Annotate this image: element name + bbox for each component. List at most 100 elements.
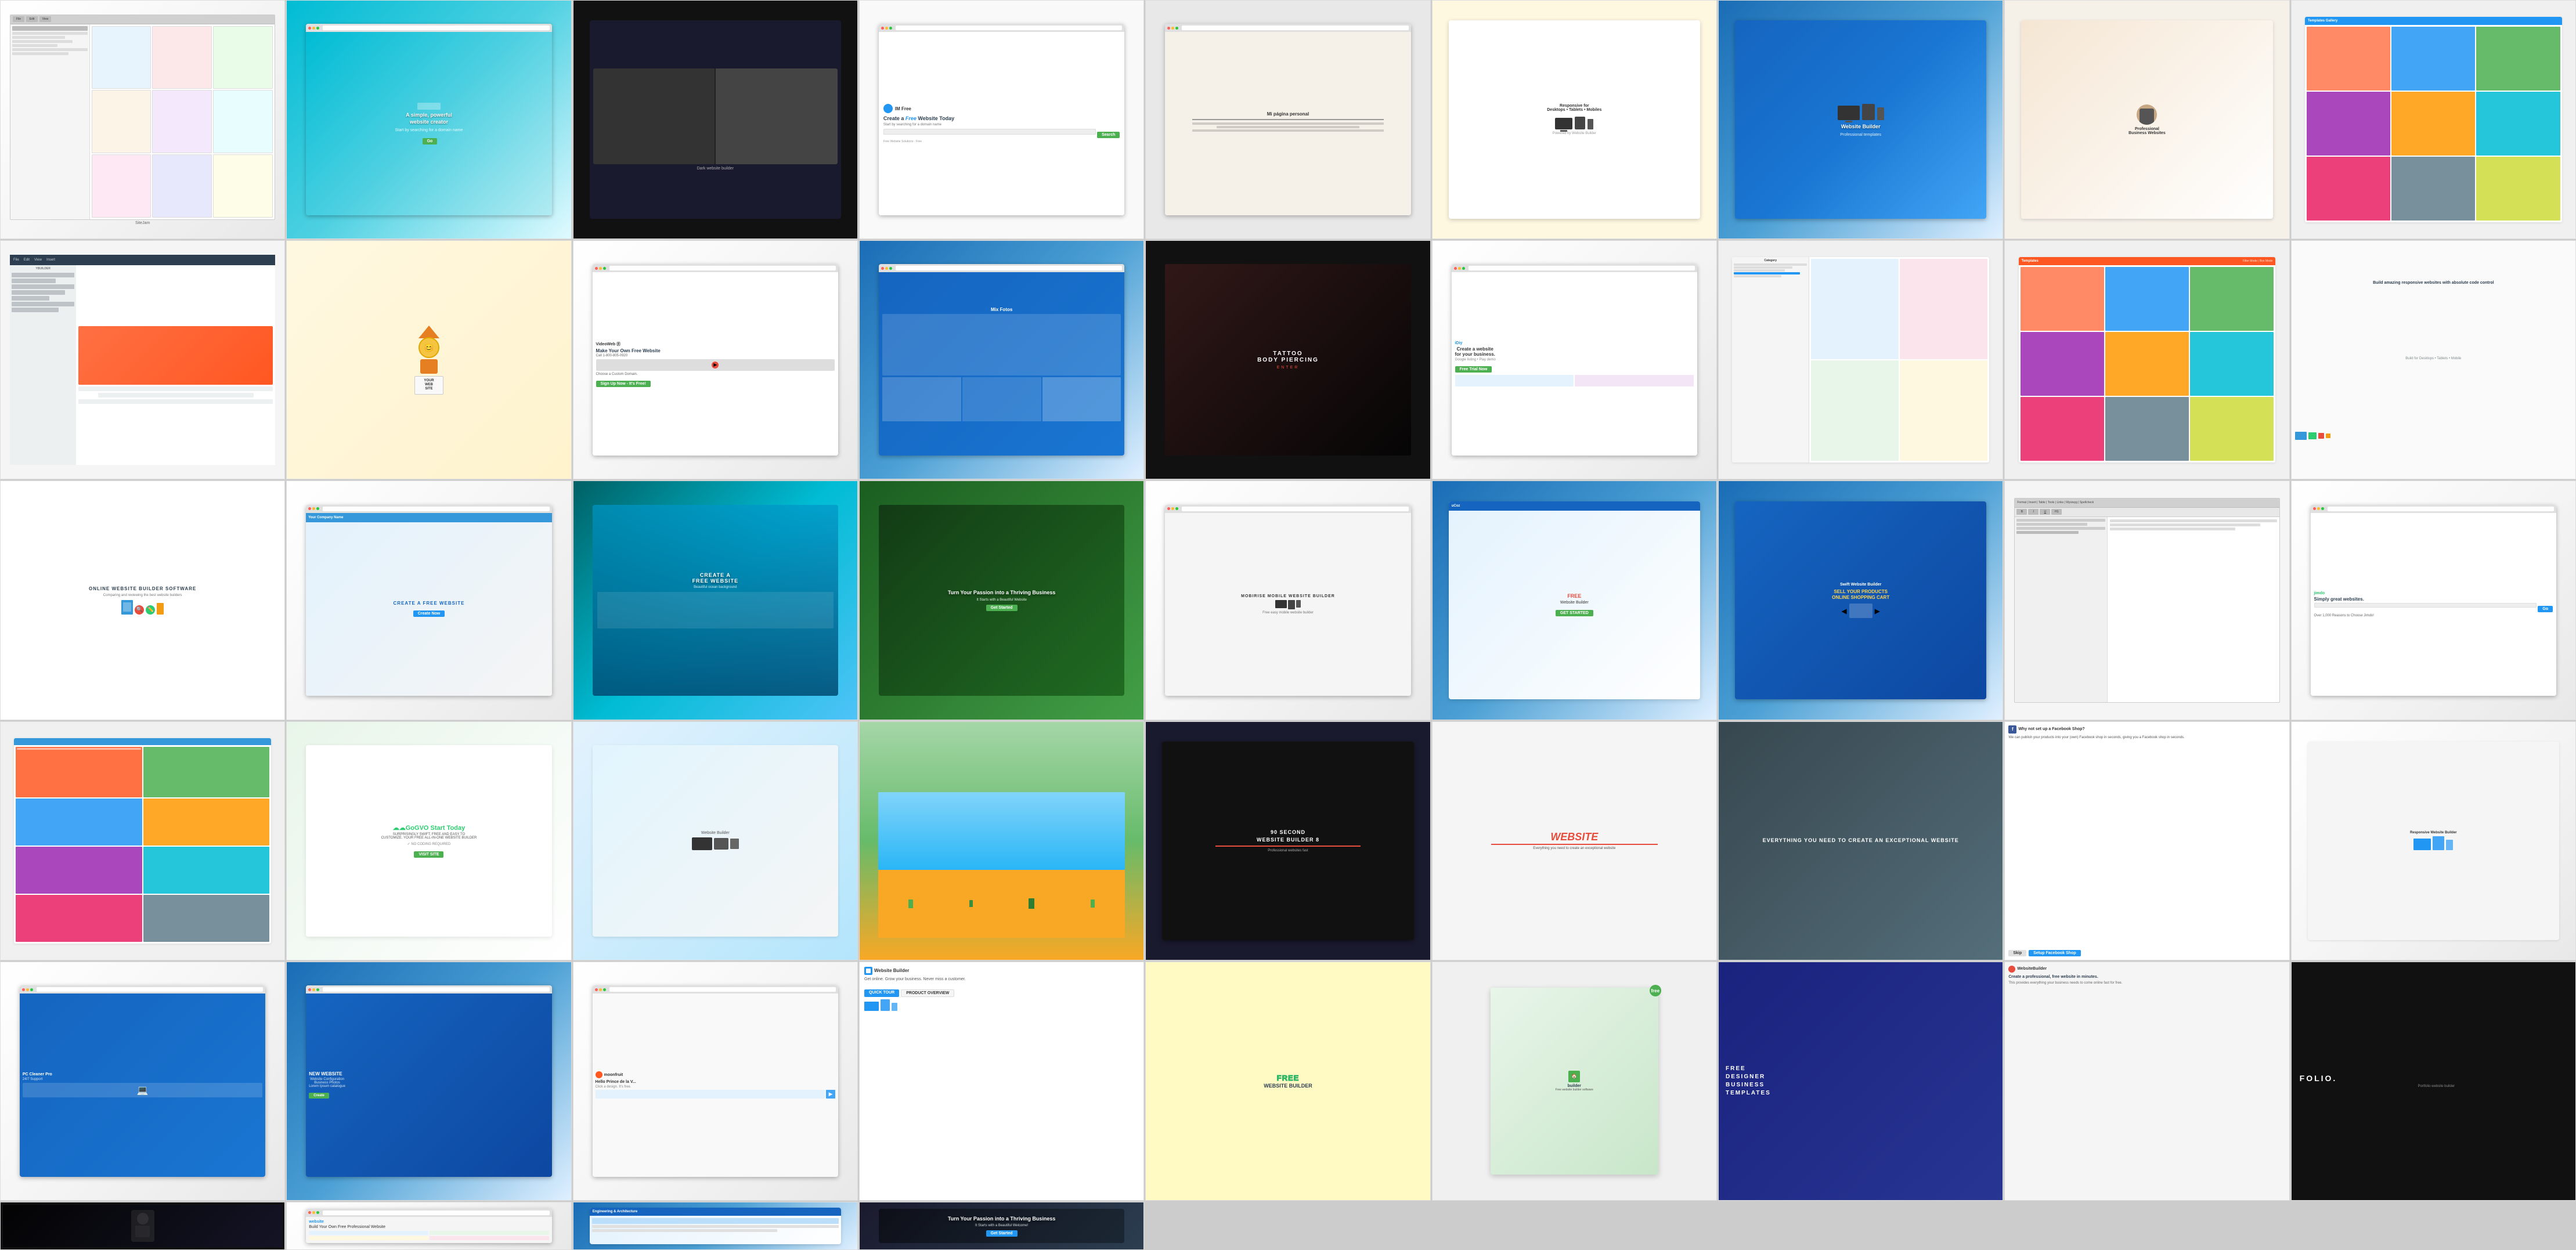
grid-item-14[interactable]: TATTOOBODY PIERCING ENTER [1145,240,1430,479]
create-pro-title: Create a professional, free website in m… [2008,974,2098,980]
setup-shop-btn[interactable]: Setup Facebook Shop [2029,950,2081,956]
grid-item-46[interactable] [0,1202,285,1250]
jimdo-reasons: Over 1,000 Reasons to Choose Jimdo! [2314,614,2374,617]
passion-dark-title: Turn Your Passion into a Thriving Busine… [948,1215,1056,1223]
passion-dark-btn[interactable]: Get Started [986,1230,1018,1237]
folio-title: FOLIO. [2294,1074,2573,1083]
grid-item-33[interactable]: WEBSITE Everything you need to create an… [1432,721,1717,960]
grid-item-48[interactable]: Engineering & Architecture [573,1202,858,1250]
wb-brand: Website Builder [874,968,909,973]
grid-item-7[interactable]: Website Builder Professional templates [1718,0,2003,239]
free-trial-btn[interactable]: Free Trial Now [1455,366,1492,373]
grid-item-13[interactable]: Mix Fotos [859,240,1144,479]
gogvo-brand: ☁☁GoGVO Start Today [393,824,465,832]
everything-title: EVERYTHING YOU NEED TO CREATE AN EXCEPTI… [1759,833,1962,848]
grid-item-40[interactable]: Website Builder Get online. Grow your bu… [859,962,1144,1201]
grid-item-44[interactable]: WebsiteBuilder Create a professional, fr… [2004,962,2289,1201]
grid-item-47[interactable]: website Build Your Own Free Professional… [286,1202,571,1250]
grid-item-37[interactable]: PC Cleaner Pro 24/7 Support 💻 [0,962,285,1201]
grid-item-41[interactable]: FREE WEBSITE BUILDER [1145,962,1430,1201]
grid-item-22[interactable]: Turn Your Passion into a Thriving Busine… [859,481,1144,720]
visit-site-btn[interactable]: VISIT SITE [414,851,443,858]
grid-item-12[interactable]: VideoWeb Ⓡ Make Your Own Free Website Ca… [573,240,858,479]
grid-item-43[interactable]: FREEDesignerBusinessTEMPLATES [1718,962,2003,1201]
grid-item-6[interactable]: Responsive forDesktops • Tablets • Mobil… [1432,0,1717,239]
grid-item-26[interactable]: Format | Insert | Table | Tools | Links … [2004,481,2289,720]
grid-item-3[interactable]: Dark website builder [573,0,858,239]
product-overview-btn[interactable]: PRODUCT OVERVIEW [901,989,954,997]
builder-label: builder [1568,1084,1581,1088]
build-free-title: Build Your Own Free Professional Website [309,1225,385,1229]
item-subtitle: Start by searching for a domain name [395,128,463,133]
grid-item-24[interactable]: uCoz Free Website Builder GET STARTED [1432,481,1717,720]
jimdo-search[interactable]: Go [2538,606,2553,612]
idiy-title: Create a websitefor your business. [1455,346,1495,357]
grid-item-36[interactable]: Responsive Website Builder [2291,721,2576,960]
grid-item-23[interactable]: MOBIRISE MOBILE WEBSITE BUILDER Free eas… [1145,481,1430,720]
create-btn[interactable]: Create Now [413,610,445,617]
grid-item-30[interactable]: Website Builder [573,721,858,960]
free-big: FREE [1277,1074,1300,1083]
grid-item-34[interactable]: EVERYTHING YOU NEED TO CREATE AN EXCEPTI… [1718,721,2003,960]
grid-item-9[interactable]: Templates Gallery [2291,0,2576,239]
free-label: Free [1567,593,1581,599]
swift-title: Swift Website Builder [1840,583,1881,587]
jimdo-title: Simply great websites. [2314,597,2364,602]
ucoz-brand: uCoz [1452,504,1460,508]
grid-item-17[interactable]: Templates Filter Mode | Box Mode [2004,240,2289,479]
grid-item-45[interactable]: FOLIO. Portfolio website builder [2291,962,2576,1201]
code-title: Build amazing responsive websites with a… [2295,280,2572,286]
grid-item-49[interactable]: Turn Your Passion into a Thriving Busine… [859,1202,1144,1250]
grid-item-10[interactable]: File Edit View Insert YBUILDER [0,240,285,479]
page-title-sp: Mi página personal [1267,111,1309,117]
new-website-btn[interactable]: Create [309,1093,329,1099]
grid-item-19[interactable]: ONLINE WEBSITE BUILDER SOFTWARE Comparin… [0,481,285,720]
grid-item-29[interactable]: ☁☁GoGVO Start Today SURPRISINGLY SWIFT, … [286,721,571,960]
grid-item-5[interactable]: Mi página personal [1145,0,1430,239]
search-btn[interactable]: Search [1097,132,1120,138]
grid-item-16[interactable]: Category [1718,240,2003,479]
powered-by: Powered by Website Builder [1553,132,1596,135]
grid-item-32[interactable]: 90 SECONDWEBSITE BUILDER 8 Professional … [1145,721,1430,960]
hello-text: Hello Prince de la V... [596,1080,636,1084]
grid-item-21[interactable]: CREATE AFREE WEBSITE Beautiful ocean bac… [573,481,858,720]
grid-item-20[interactable]: Your Company Name CREATE A FREE WEBSITE … [286,481,571,720]
folio-sub: Portfolio website builder [2412,1085,2455,1088]
sell-products: SELL YOUR PRODUCTSONLINE SHOPPING CART [1832,589,1889,601]
grid-item-2[interactable]: A simple, powerfulwebsite creator Start … [286,0,571,239]
grid-item-25[interactable]: Swift Website Builder SELL YOUR PRODUCTS… [1718,481,2003,720]
passion-title: Turn Your Passion into a Thriving Busine… [948,590,1056,597]
cta-button[interactable]: Go [423,138,438,144]
create-free-title: CREATE A FREE WEBSITE [394,601,465,606]
grid-item-1[interactable]: File Edit View [0,0,285,239]
person-title: ProfessionalBusiness Websites [2128,127,2166,135]
create-pro-desc: This provides everything your business n… [2008,981,2122,985]
image-grid: File Edit View [0,0,2576,1250]
grid-item-15[interactable]: iDiy Create a websitefor your business. … [1432,240,1717,479]
grid-item-42[interactable]: free 🏠 builder Free website builder soft… [1432,962,1717,1201]
skip-btn[interactable]: Skip [2008,950,2026,956]
get-started-btn[interactable]: GET STARTED [1556,610,1593,616]
enter-text: ENTER [1277,366,1300,370]
grid-item-8[interactable]: ProfessionalBusiness Websites [2004,0,2289,239]
pc-support: 24/7 Support [23,1078,42,1081]
grid-item-31[interactable] [859,721,1144,960]
grid-item-39[interactable]: moonfruit Hello Prince de la V... Click … [573,962,858,1201]
quick-tour-btn[interactable]: QUICK TOUR [864,989,899,997]
website-big: WEBSITE [1550,832,1598,842]
grid-item-28[interactable] [0,721,285,960]
signup-btn[interactable]: Sign Up Now - It's Free! [596,381,651,387]
passion-btn[interactable]: Get Started [986,605,1018,611]
devices-subtitle: Professional templates [1840,132,1881,138]
grid-item-38[interactable]: NEW WEBSITE Website ConfigurationBusines… [286,962,571,1201]
website-builder-big: WEBSITE BUILDER [1264,1083,1312,1089]
grid-item-35[interactable]: f Why not set up a Facebook Shop? We can… [2004,721,2289,960]
category-label: Category [1734,259,1807,262]
grid-item-18[interactable]: Build amazing responsive websites with a… [2291,240,2576,479]
gogvo-code: ✓ NO CODING REQUIRED [407,842,451,846]
grid-item-11[interactable]: 😊 YOURWEBSITE [286,240,571,479]
responsive-title: Responsive forDesktops • Tablets • Mobil… [1547,104,1601,112]
grid-item-27[interactable]: jimdo Simply great websites. Go Over 1,0… [2291,481,2576,720]
ws8-title: 90 SECONDWEBSITE BUILDER 8 [1257,829,1319,843]
grid-item-4[interactable]: IM Free Create a Free Website Today Star… [859,0,1144,239]
